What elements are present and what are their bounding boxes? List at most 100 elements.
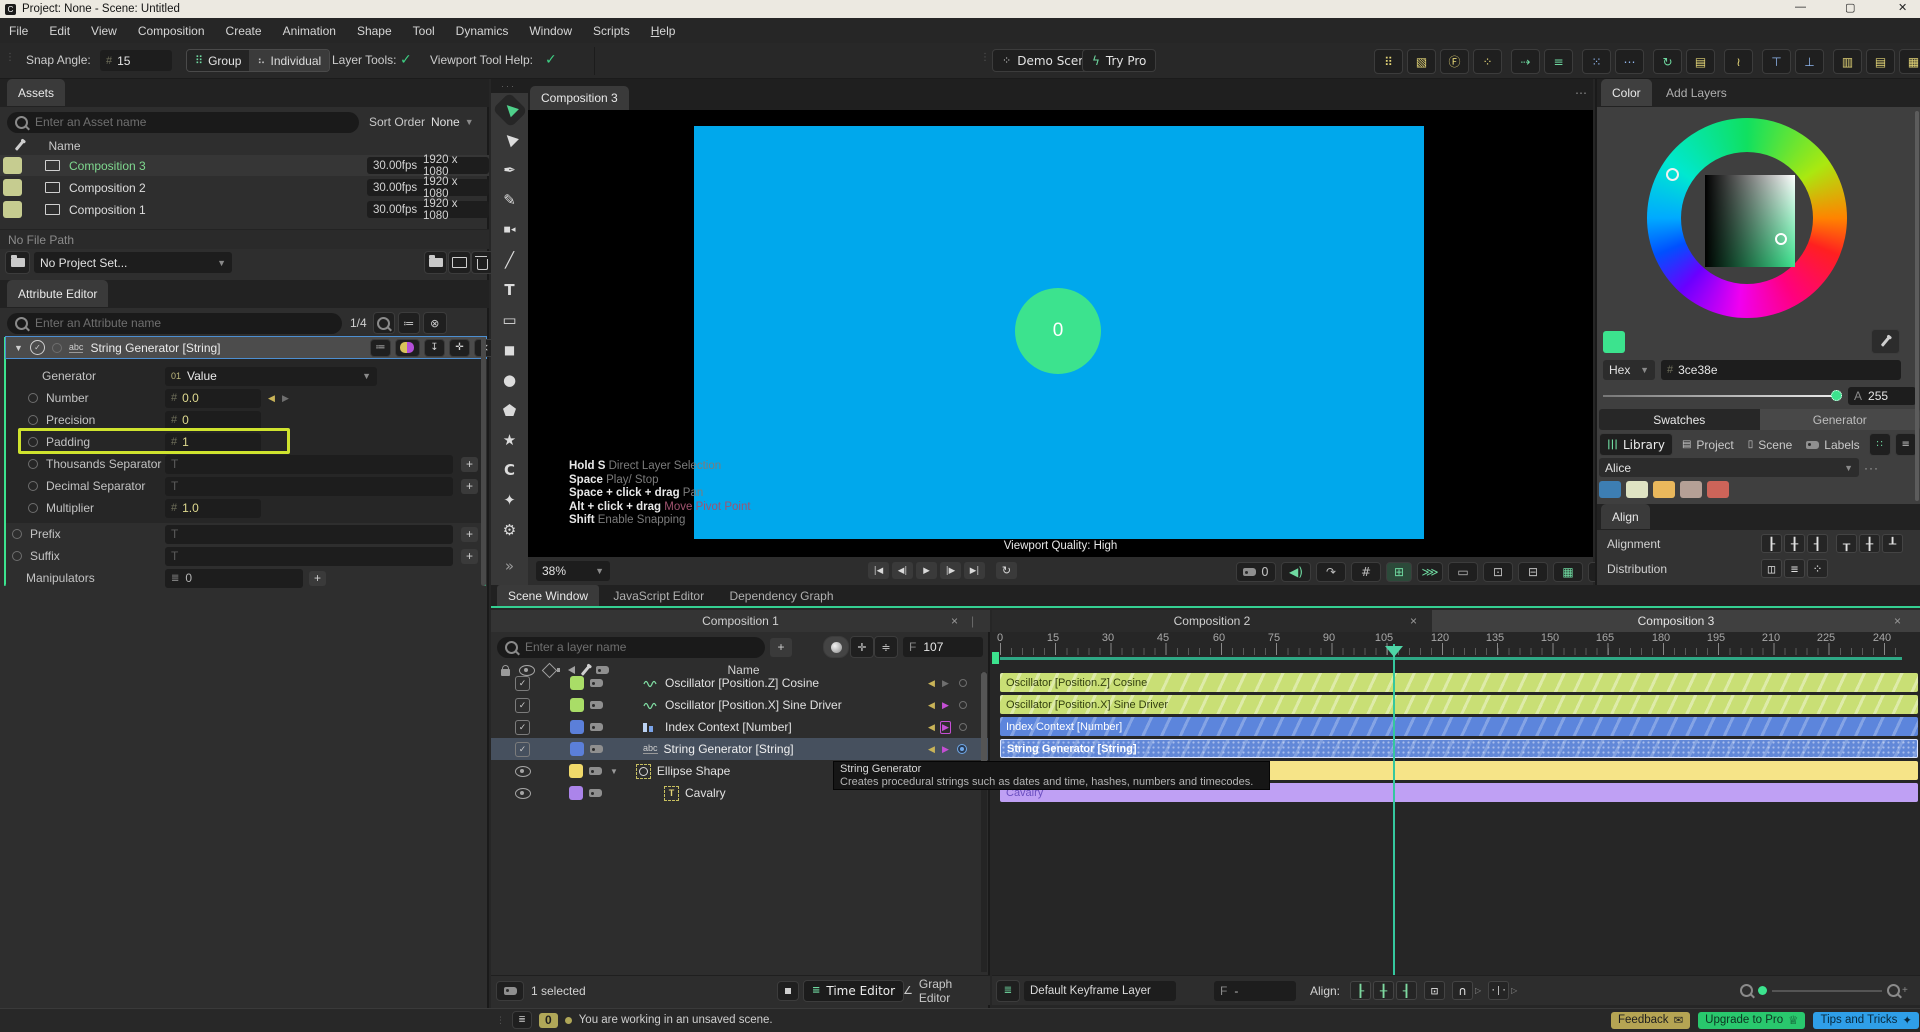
- layer-search-input[interactable]: Enter a layer name: [497, 636, 765, 658]
- go-to-start-button[interactable]: |◀: [868, 562, 889, 579]
- bounding-box-button[interactable]: ⊡: [1424, 981, 1445, 1000]
- align-bottom-button[interactable]: ┸: [1882, 534, 1903, 553]
- list-options-icon[interactable]: ≔: [370, 338, 391, 357]
- keyframe-toggle-icon[interactable]: [959, 679, 967, 687]
- timeline-bar-oscillator-z[interactable]: Oscillator [Position.Z] Cosine: [1000, 673, 1918, 692]
- maximize-button[interactable]: ▢: [1845, 1, 1855, 14]
- keyframe-prev-icon[interactable]: ◀: [928, 722, 935, 733]
- menu-create[interactable]: Create: [226, 24, 262, 38]
- timeline-tab-composition2[interactable]: Composition 2 ×: [992, 610, 1432, 632]
- layer-name[interactable]: String Generator [String]: [664, 742, 794, 756]
- grid-dots-icon[interactable]: ⠿: [1374, 49, 1403, 74]
- distribute-grid-button[interactable]: ⁘: [1807, 559, 1828, 578]
- timeline-tab-composition3[interactable]: Composition 3 ×: [1432, 610, 1920, 632]
- timeline-ruler[interactable]: 0 15 30 45 60 75 90 105 120 135 150 165 …: [992, 632, 1920, 658]
- magnet-snap-button[interactable]: ∩: [1452, 981, 1473, 1000]
- layer-row-oscillator-x[interactable]: ✓ Oscillator [Position.X] Sine Driver ◀ …: [491, 694, 988, 716]
- keyframe-nudge-button[interactable]: ·|·: [1488, 981, 1510, 1000]
- close-button[interactable]: ✕: [1898, 1, 1907, 14]
- add-thousands-button[interactable]: +: [461, 456, 478, 472]
- palette-swatch[interactable]: [1680, 481, 1702, 498]
- add-manipulator-button[interactable]: +: [309, 570, 326, 586]
- polygon-tool[interactable]: [497, 398, 523, 422]
- alpha-field[interactable]: A 255: [1848, 387, 1916, 405]
- align-bars-icon[interactable]: ≡: [1544, 49, 1573, 74]
- timeline-zoom-knob[interactable]: [1758, 986, 1767, 995]
- next-frame-button[interactable]: |▶: [940, 562, 961, 579]
- asset-name[interactable]: Composition 3: [69, 159, 146, 173]
- attribute-search-input[interactable]: Enter an Attribute name: [7, 312, 342, 334]
- asset-row-composition3[interactable]: Composition 3 30.00fps 1920 x 1080: [0, 154, 489, 178]
- tips-and-tricks-button[interactable]: Tips and Tricks ✦: [1813, 1011, 1920, 1029]
- align-center-h-button[interactable]: ╂: [1784, 534, 1805, 553]
- stepper-left-icon[interactable]: ◀: [268, 393, 275, 404]
- tab-dependency-graph[interactable]: Dependency Graph: [718, 585, 844, 606]
- transparency-checker-icon[interactable]: ▦: [1553, 562, 1583, 582]
- keyframe-prev-icon[interactable]: ◀: [928, 678, 935, 689]
- asset-search-input[interactable]: Enter an Asset name: [7, 111, 359, 133]
- keyframe-prev-icon[interactable]: ◀: [928, 744, 935, 755]
- kf-align-center-button[interactable]: ╂: [1373, 981, 1394, 1000]
- audio-counter-badge[interactable]: 0: [1236, 562, 1276, 582]
- menu-edit[interactable]: Edit: [49, 24, 70, 38]
- layer-tools-checkbox[interactable]: ✓: [400, 51, 412, 68]
- duplicate-view-icon[interactable]: ⊟: [1518, 562, 1548, 582]
- library-button[interactable]: ||| Library: [1599, 433, 1673, 456]
- timeline-bar-index-context[interactable]: Index Context [Number]: [1000, 717, 1918, 736]
- clear-search-button[interactable]: ⊗: [422, 312, 447, 334]
- dropdown-arrow-icon[interactable]: ▷: [1511, 986, 1517, 995]
- camera-tool[interactable]: ◼◂: [497, 218, 523, 242]
- prefix-field[interactable]: T: [165, 524, 453, 544]
- try-pro-button[interactable]: ϟ Try Pro: [1082, 49, 1157, 72]
- palette-swatch[interactable]: [1599, 481, 1621, 498]
- open-folder-button[interactable]: [424, 251, 447, 274]
- group-button[interactable]: ⠿ Group: [187, 50, 250, 71]
- rectangle-tool[interactable]: ■: [497, 338, 523, 362]
- precision-field[interactable]: # 0: [165, 410, 261, 430]
- ellipse-shape[interactable]: 0: [1015, 288, 1101, 374]
- frame-field[interactable]: F 107: [903, 637, 983, 657]
- add-prefix-button[interactable]: +: [461, 526, 478, 542]
- tab-color[interactable]: Color: [1601, 79, 1652, 106]
- asset-color-swatch[interactable]: [3, 201, 22, 218]
- solo-radio-icon[interactable]: [51, 342, 62, 353]
- generator-select[interactable]: 01 Value ▼: [165, 366, 377, 386]
- expand-tools-icon[interactable]: »: [497, 554, 523, 578]
- enabled-checkbox[interactable]: ✓: [515, 741, 530, 757]
- composition1-tab-bar[interactable]: Composition 1 × |: [491, 610, 990, 632]
- menu-view[interactable]: View: [91, 24, 117, 38]
- text-tool[interactable]: T: [497, 278, 523, 302]
- pin-list-button[interactable]: ≔: [397, 312, 420, 334]
- menu-animation[interactable]: Animation: [283, 24, 336, 38]
- grid-icon[interactable]: #: [1351, 562, 1381, 582]
- add-suffix-button[interactable]: +: [461, 548, 478, 564]
- menu-file[interactable]: File: [9, 24, 28, 38]
- keyframe-prev-icon[interactable]: ◀: [928, 700, 935, 711]
- keyframe-circle-icon[interactable]: [12, 551, 22, 561]
- current-color-swatch[interactable]: [1603, 331, 1625, 353]
- isolate-button[interactable]: [777, 980, 799, 1001]
- layer-stack-icon[interactable]: ⊡: [1483, 562, 1513, 582]
- keyframe-circle-icon[interactable]: [28, 503, 38, 513]
- sv-selector[interactable]: [1775, 233, 1787, 245]
- table-icon[interactable]: ▤: [1686, 49, 1715, 74]
- hue-selector[interactable]: [1666, 168, 1679, 181]
- console-icon[interactable]: ≣: [512, 1011, 532, 1029]
- time-editor-button[interactable]: ≡ Time Editor: [803, 979, 905, 1002]
- grid-layout-icon[interactable]: ▦: [1899, 49, 1920, 74]
- asset-name[interactable]: Composition 2: [69, 181, 146, 195]
- keyframe-next-icon[interactable]: ▶: [940, 720, 951, 734]
- playhead-marker[interactable]: [1385, 646, 1403, 657]
- menu-tool[interactable]: Tool: [413, 24, 435, 38]
- layer-name[interactable]: Ellipse Shape: [657, 764, 730, 778]
- zoom-out-icon[interactable]: [1740, 984, 1753, 997]
- thousands-separator-field[interactable]: T: [165, 454, 453, 474]
- suffix-field[interactable]: T: [165, 546, 453, 566]
- work-area-start-marker[interactable]: [992, 652, 999, 664]
- menu-help[interactable]: Help: [651, 24, 676, 38]
- enabled-checkbox[interactable]: ✓: [515, 675, 530, 691]
- minimize-button[interactable]: —: [1795, 1, 1806, 13]
- snap-bottom-icon[interactable]: ⊥: [1795, 49, 1824, 74]
- keyframe-circle-icon[interactable]: [28, 481, 38, 491]
- snap-angle-field[interactable]: # 15: [100, 50, 172, 71]
